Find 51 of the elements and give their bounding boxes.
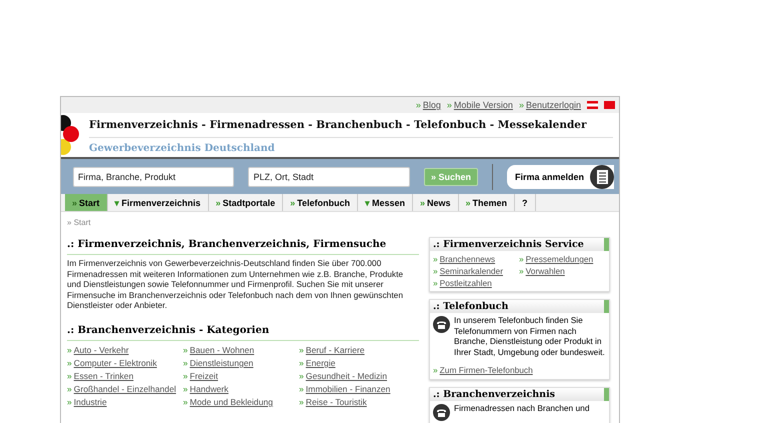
nav-tab[interactable]: » Stadtportale [208,194,284,211]
section-heading: .: Firmenverzeichnis, Branchenverzeichnis, Firmensuche [67,239,419,255]
link[interactable]: » Postleitzahlen [433,278,492,288]
link[interactable]: » Immobilien - Finanzen [299,384,390,394]
breadcrumb[interactable]: » Start [67,218,619,227]
telephone-icon [433,316,450,333]
link[interactable]: » Blog [416,100,441,110]
flag-icon[interactable] [587,101,598,109]
box-title: .: Branchenverzeichnis [430,388,609,400]
search-field[interactable]: Firma, Branche, Produkt [73,166,234,186]
register-button[interactable]: Firma anmelden [506,164,614,188]
link[interactable]: » Pressemeldungen [519,254,594,264]
nav-tab[interactable]: » News [412,194,459,211]
link[interactable]: » Benutzerlogin [518,100,581,110]
link[interactable]: » Zum Firmen-Telefonbuch [433,365,533,375]
link[interactable]: » Mode und Bekleidung [183,396,273,407]
box-title: .: Firmenverzeichnis Service [430,238,609,251]
link[interactable]: » Auto - Verkehr [67,344,129,355]
link[interactable]: » Essen - Trinken [67,370,134,381]
link[interactable]: » Bauen - Wohnen [183,344,254,355]
link[interactable]: » Gesundheit - Medizin [299,370,387,381]
logo-icon [61,115,79,155]
link[interactable]: » Branchennews [433,254,496,264]
link[interactable]: » Energie [299,358,336,368]
nav-tab[interactable]: ▾ Messen [358,194,413,211]
link[interactable]: » Mobile Version [446,100,513,110]
nav-tab[interactable]: » Start [65,194,108,211]
document-icon [590,164,614,188]
link[interactable]: » Computer - Elektronik [67,358,157,368]
location-field[interactable]: PLZ, Ort, Stadt [248,166,410,186]
box-text: Firmenadressen nach Branchen und [454,402,590,413]
link[interactable]: » Industrie [67,396,107,407]
link[interactable]: » Beruf - Karriere [299,344,365,355]
link[interactable]: » Vorwahlen [519,266,565,276]
nav-tab[interactable]: » Telefonbuch [283,194,358,211]
link[interactable]: » Seminarkalender [433,266,503,276]
link[interactable]: » Großhandel - Einzelhandel [67,384,176,394]
link[interactable]: » Handwerk [183,384,228,394]
nav-tab[interactable]: ? [515,194,536,211]
box-text: In unserem Telefonbuch finden Sie Telefonummern von Firmen nach Branche, Dienstleistung oder Produkt in Ihrer Stadt, Umgebung oder bundesweit. [454,315,606,357]
link[interactable]: » Dienstleistungen [183,358,254,368]
site-title: Firmenverzeichnis - Firmenadressen - Branchenbuch - Telefonbuch - Messekalender [89,115,613,138]
site-subtitle: Gewerbeverzeichnis Deutschland [89,142,276,154]
box-title: .: Telefonbuch [430,300,609,313]
link[interactable]: » Freizeit [183,370,218,381]
link[interactable]: » Reise - Touristik [299,396,367,407]
intro-text: Im Firmenverzeichnis von Gewerbeverzeichnis-Deutschland finden Sie über 700.000 Firmenadressen mit weiteren Informationen zum Unternehmen wie z.B. Branche, Produkte und Dienstleistungen sowie Telefonnummer und Firmenprofil. Suchen Sie mit unserer Firmensuche im Branchenverzeichnis oder Telefonbuch nach dem von Ihnen gewünschten Dienstleister oder Anbieter. [67,258,404,311]
telephone-icon [433,404,450,420]
nav-tab[interactable]: ▾ Firmenverzeichnis [108,194,209,211]
section-heading: .: Branchenverzeichnis - Kategorien [67,324,419,341]
nav-tab[interactable]: » Themen [458,194,516,211]
